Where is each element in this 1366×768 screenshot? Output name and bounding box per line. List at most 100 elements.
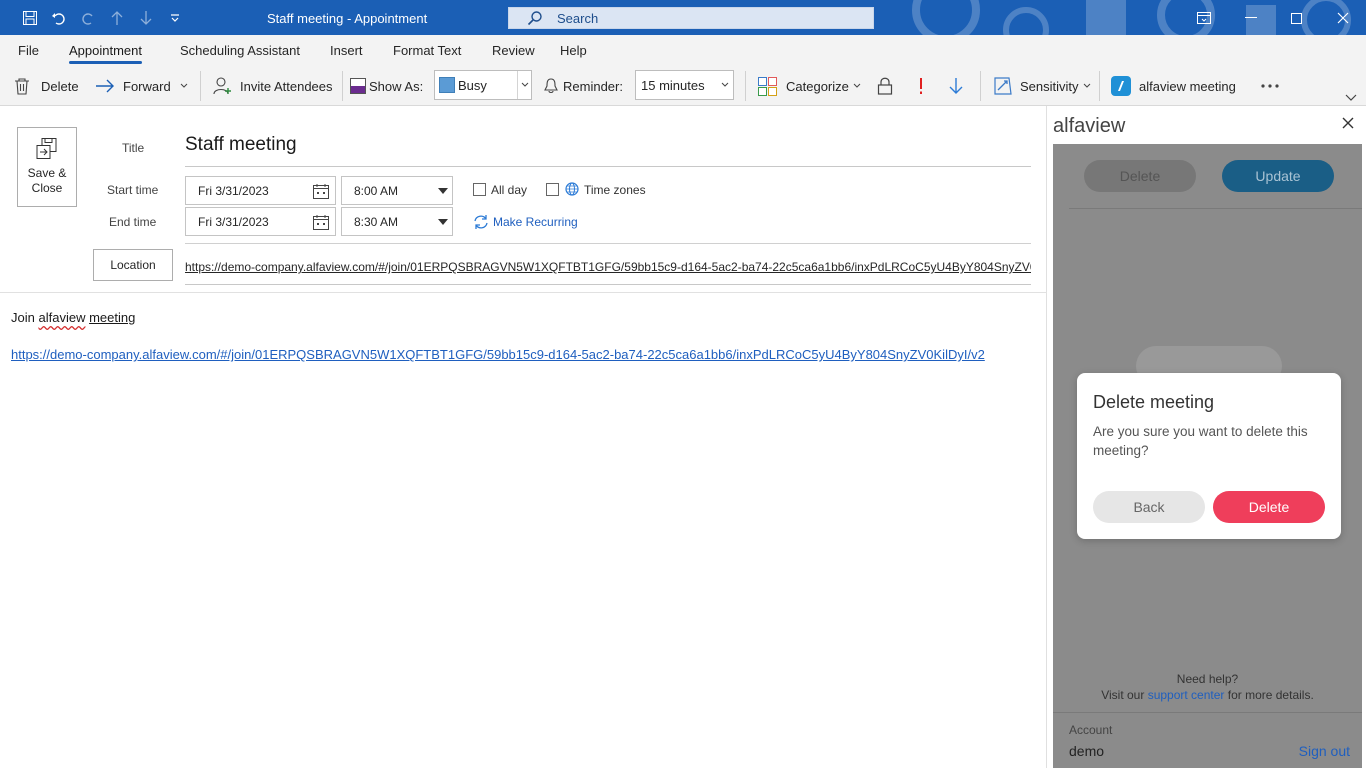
low-importance-button[interactable] [948,75,964,97]
alfaview-logo-icon [1111,76,1131,96]
reminder-label: Reminder: [563,78,623,94]
forward-button[interactable]: Forward [95,75,188,97]
make-recurring-button[interactable]: Make Recurring [473,214,578,230]
calendar-icon [313,184,329,199]
tab-review[interactable]: Review [492,43,535,58]
save-icon[interactable] [20,8,40,28]
dialog-message: Are you sure you want to delete this mee… [1093,424,1308,458]
undo-icon[interactable] [49,8,69,28]
ribbon-display-options-icon[interactable] [1193,7,1215,29]
location-top-line [185,243,1031,244]
title-input[interactable]: Staff meeting [185,134,297,156]
private-lock-button[interactable] [877,75,893,97]
location-underline [185,284,1031,285]
end-date-picker[interactable]: Fri 3/31/2023 [185,207,336,236]
make-recurring-label: Make Recurring [493,215,578,229]
end-time-dropdown[interactable]: 8:30 AM [341,207,453,236]
tab-appointment[interactable]: Appointment [69,43,142,64]
show-as-icon [350,78,366,94]
pane-update-button[interactable]: Update [1222,160,1334,192]
chevron-down-icon [1083,83,1090,88]
location-input[interactable]: https://demo-company.alfaview.com/#/join… [185,260,1031,274]
invite-attendees-label: Invite Attendees [240,78,333,94]
tab-help[interactable]: Help [560,43,587,58]
dialog-back-button[interactable]: Back [1093,491,1205,523]
help-heading: Need help? [1176,672,1239,686]
show-as-dropdown[interactable]: Busy [434,70,532,100]
sensitivity-icon [994,77,1012,95]
body-join-alfaview: alfaview [38,310,86,325]
save-close-button[interactable]: Save & Close [17,127,77,207]
location-button[interactable]: Location [93,249,173,281]
down-arrow-icon[interactable] [136,8,156,28]
time-zones-checkbox[interactable] [546,183,559,196]
menu-bar: File Appointment Scheduling Assistant In… [0,35,1366,65]
ribbon-divider [745,71,746,101]
account-section: Account demo Sign out [1053,712,1362,768]
categorize-button[interactable]: Categorize [758,75,861,97]
start-date-picker[interactable]: Fri 3/31/2023 [185,176,336,205]
sensitivity-button[interactable]: Sensitivity [993,75,1091,97]
sign-out-link[interactable]: Sign out [1299,743,1350,759]
exclamation-icon [920,78,922,94]
ribbon-divider [1099,71,1100,101]
show-as-label-group: Show As: [350,75,423,97]
delete-button[interactable]: Delete [14,75,79,97]
time-zones-label: Time zones [584,183,646,197]
pane-title: alfaview [1053,115,1126,137]
window-title: Staff meeting - Appointment [267,11,428,26]
invite-attendees-button[interactable]: Invite Attendees [213,75,333,97]
pane-divider [1069,208,1362,209]
tab-format-text[interactable]: Format Text [393,43,461,58]
start-time-dropdown[interactable]: 8:00 AM [341,176,453,205]
reminder-value: 15 minutes [641,77,705,93]
account-label: Account [1069,723,1113,737]
forward-label: Forward [123,78,171,94]
tab-scheduling-assistant[interactable]: Scheduling Assistant [180,43,300,58]
end-date-value: Fri 3/31/2023 [198,214,269,229]
lock-icon [877,77,893,95]
chevron-down-icon [721,82,729,87]
help-tail-text: for more details. [1227,688,1314,702]
all-day-checkbox[interactable] [473,183,486,196]
pane-delete-button[interactable]: Delete [1084,160,1196,192]
more-options-button[interactable] [1260,75,1280,97]
delete-label: Delete [41,78,79,94]
customize-quick-access-icon[interactable] [165,8,185,28]
ribbon-divider [200,71,201,101]
search-input[interactable]: Search [508,7,874,29]
start-date-value: Fri 3/31/2023 [198,183,269,198]
globe-icon [565,182,579,196]
pane-close-icon[interactable] [1342,116,1354,134]
start-time-label: Start time [107,183,159,197]
alfaview-meeting-button[interactable]: alfaview meeting [1111,75,1236,97]
ribbon-toolbar: Delete Forward Invite Attendees Show As:… [0,65,1366,106]
up-arrow-icon[interactable] [107,8,127,28]
show-as-value: Busy [458,77,487,93]
meeting-link[interactable]: https://demo-company.alfaview.com/#/join… [11,347,985,362]
minimize-icon[interactable] [1240,7,1262,29]
help-text: Visit our support center for more detail… [1053,688,1362,702]
tab-file[interactable]: File [18,43,39,58]
alfaview-meeting-label: alfaview meeting [1139,78,1236,94]
more-horizontal-icon [1261,84,1279,88]
reminder-dropdown[interactable]: 15 minutes [635,70,734,100]
chevron-down-icon [438,188,448,194]
support-center-link[interactable]: support center [1148,688,1225,702]
busy-color-swatch [439,77,455,93]
title-label: Title [122,141,145,155]
dialog-delete-button[interactable]: Delete [1213,491,1325,523]
forward-arrow-icon [96,79,114,93]
chevron-down-icon [853,83,861,88]
body-join-text: Join alfaview meeting [11,310,135,325]
end-time-label: End time [109,215,157,229]
save-close-icon [36,138,57,159]
tab-insert[interactable]: Insert [330,43,363,58]
search-icon [527,11,542,26]
maximize-icon[interactable] [1285,7,1307,29]
high-importance-button[interactable] [914,75,928,97]
ribbon-divider [980,71,981,101]
redo-icon[interactable] [78,8,98,28]
close-icon[interactable] [1332,7,1354,29]
dialog-title: Delete meeting [1093,392,1215,412]
